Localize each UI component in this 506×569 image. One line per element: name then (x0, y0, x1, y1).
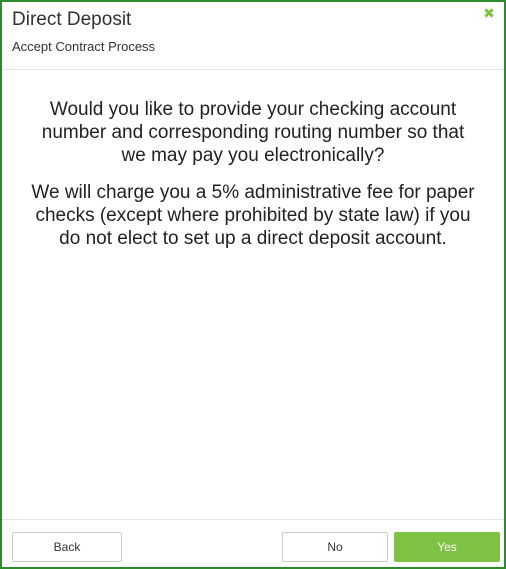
question-text: Would you like to provide your checking … (41, 99, 465, 166)
direct-deposit-dialog: Direct Deposit Accept Contract Process ✖… (0, 0, 506, 569)
dialog-footer: Back No Yes (2, 519, 504, 567)
fee-notice-text: We will charge you a 5% administrative f… (31, 182, 475, 249)
dialog-header: Direct Deposit Accept Contract Process ✖ (2, 2, 504, 70)
dialog-title: Direct Deposit (12, 9, 132, 30)
dialog-subtitle: Accept Contract Process (12, 39, 156, 54)
close-icon[interactable]: ✖ (482, 6, 496, 20)
no-button[interactable]: No (282, 532, 388, 562)
dialog-body: Would you like to provide your checking … (2, 70, 504, 519)
yes-button[interactable]: Yes (394, 532, 500, 562)
back-button[interactable]: Back (12, 532, 122, 562)
